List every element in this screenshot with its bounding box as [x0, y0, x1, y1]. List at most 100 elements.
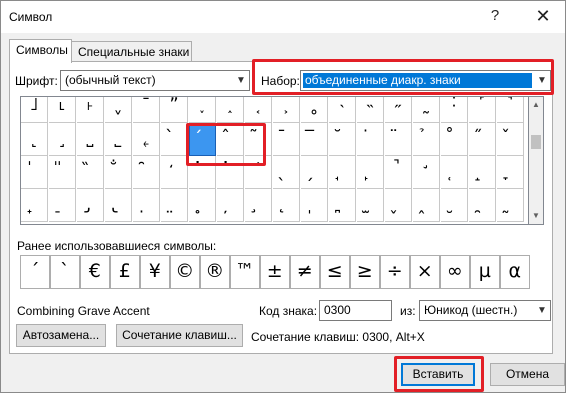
symbol-cell[interactable]: ˬ [105, 97, 132, 123]
symbol-cell[interactable]: ̪ [329, 189, 356, 222]
recent-symbol[interactable]: © [170, 255, 200, 289]
recent-symbol[interactable]: ≠ [290, 255, 320, 289]
symbol-cell[interactable]: ˴ [329, 97, 356, 123]
symbol-cell[interactable]: ̑ [133, 156, 160, 189]
recent-symbol[interactable]: ± [260, 255, 290, 289]
symbol-cell[interactable]: ̚ [385, 156, 412, 189]
scroll-thumb[interactable] [531, 135, 541, 149]
symbol-cell[interactable]: ˾ [105, 123, 132, 156]
symbol-cell[interactable]: ̤ [161, 189, 188, 222]
symbol-cell[interactable]: ̓ [189, 156, 216, 189]
symbol-cell[interactable]: ̜ [441, 156, 468, 189]
symbol-cell[interactable]: ̭ [413, 189, 440, 222]
recent-symbol[interactable]: α [500, 255, 530, 289]
recent-symbol[interactable]: ≥ [350, 255, 380, 289]
symbol-cell[interactable]: ˵ [357, 97, 384, 123]
symbol-cell[interactable]: ˼ [49, 123, 76, 156]
from-select[interactable]: Юникод (шестн.) ▼ [419, 300, 551, 321]
symbol-cell[interactable]: ˮ [161, 97, 188, 123]
symbol-cell[interactable]: ̉ [413, 123, 440, 156]
recent-symbol[interactable]: € [80, 255, 110, 289]
symbol-cell[interactable]: ̛ [413, 156, 440, 189]
symbol-cell[interactable]: ̯ [469, 189, 496, 222]
recent-symbol[interactable]: ` [50, 255, 80, 289]
symbol-cell[interactable]: ̍ [21, 156, 48, 189]
symbol-cell[interactable]: ̰ [497, 189, 524, 222]
symbol-grid-scrollbar[interactable]: ▲ ▼ [529, 96, 544, 225]
symbol-cell[interactable]: ̦ [217, 189, 244, 222]
recent-symbol[interactable]: µ [470, 255, 500, 289]
symbol-cell[interactable]: ˯ [189, 97, 216, 123]
symbol-cell[interactable]: ̊ [441, 123, 468, 156]
symbol-cell[interactable]: ˶ [385, 97, 412, 123]
symbol-cell[interactable]: ̢ [105, 189, 132, 222]
tab-symbols[interactable]: Символы [9, 39, 72, 63]
scroll-up-icon[interactable]: ▲ [529, 97, 543, 113]
symbol-cell[interactable]: ˩ [21, 97, 48, 123]
recent-symbol[interactable]: × [410, 255, 440, 289]
symbol-cell[interactable]: ̬ [385, 189, 412, 222]
symbol-cell[interactable]: ̙ [357, 156, 384, 189]
symbol-cell[interactable]: ˽ [77, 123, 104, 156]
symbol-cell[interactable]: ̅ [301, 123, 328, 156]
recent-symbol[interactable]: ¥ [140, 255, 170, 289]
symbol-cell[interactable]: ̄ [273, 123, 300, 156]
symbol-cell[interactable]: ̞ [497, 156, 524, 189]
symbol-cell[interactable]: ̟ [21, 189, 48, 222]
subset-select[interactable]: объединенные диакр. знаки ▼ [300, 70, 551, 91]
recent-symbol[interactable]: ∞ [440, 255, 470, 289]
symbol-cell[interactable]: ˸ [441, 97, 468, 123]
symbol-cell[interactable]: ̏ [77, 156, 104, 189]
symbol-cell[interactable]: ˲ [273, 97, 300, 123]
symbol-grid[interactable]: ˩˪˫ˬ˭ˮ˯˰˱˲˳˴˵˶˷˸˹˺ ˻˼˽˾˿̀́̂̃̄̅̆̇̈̉̊̋̌̍̎̏̐… [20, 96, 529, 225]
symbol-cell[interactable]: ̖ [273, 156, 300, 189]
recent-symbol[interactable]: ´ [20, 255, 50, 289]
symbol-cell[interactable]: ̘ [329, 156, 356, 189]
symbol-cell[interactable]: ̐ [105, 156, 132, 189]
symbol-cell[interactable]: ̫ [357, 189, 384, 222]
insert-button[interactable]: Вставить [401, 363, 475, 386]
symbol-cell[interactable]: ˿ [133, 123, 160, 156]
symbol-cell[interactable]: ̌ [497, 123, 524, 156]
symbol-cell[interactable]: ̥ [189, 189, 216, 222]
symbol-cell[interactable]: ̋ [469, 123, 496, 156]
symbol-cell[interactable]: ˫ [77, 97, 104, 123]
symbol-cell[interactable]: ˳ [301, 97, 328, 123]
font-select[interactable]: (обычный текст) ▼ [60, 70, 250, 91]
recent-symbol[interactable]: £ [110, 255, 140, 289]
symbol-cell[interactable]: ̝ [469, 156, 496, 189]
symbol-cell[interactable]: ˻ [21, 123, 48, 156]
symbol-cell[interactable]: ̧ [245, 189, 272, 222]
shortcut-key-button[interactable]: Сочетание клавиш... [116, 324, 243, 347]
symbol-cell[interactable]: ˹ [469, 97, 496, 123]
symbol-cell[interactable]: ̨ [273, 189, 300, 222]
symbol-cell[interactable]: ̗ [301, 156, 328, 189]
recent-symbol[interactable]: ≤ [320, 255, 350, 289]
chevron-down-icon[interactable]: ▼ [534, 301, 550, 320]
symbol-cell[interactable]: ̠ [49, 189, 76, 222]
symbol-cell[interactable]: ˷ [413, 97, 440, 123]
recent-symbol[interactable]: ÷ [380, 255, 410, 289]
symbol-cell[interactable]: ́ [189, 123, 216, 156]
symbol-cell[interactable]: ˱ [245, 97, 272, 123]
symbol-cell[interactable]: ˺ [497, 97, 524, 123]
symbol-cell[interactable]: ˰ [217, 97, 244, 123]
symbol-cell[interactable]: ̮ [441, 189, 468, 222]
symbol-cell[interactable]: ̩ [301, 189, 328, 222]
symbol-cell[interactable]: ˪ [49, 97, 76, 123]
char-code-input[interactable]: 0300 [319, 300, 392, 321]
symbol-cell[interactable]: ̆ [329, 123, 356, 156]
symbol-cell[interactable]: ̕ [245, 156, 272, 189]
symbol-cell[interactable]: ̣ [133, 189, 160, 222]
help-icon[interactable]: ? [483, 4, 507, 28]
cancel-button[interactable]: Отмена [490, 363, 565, 386]
scroll-down-icon[interactable]: ▼ [529, 208, 543, 224]
symbol-cell[interactable]: ̇ [357, 123, 384, 156]
symbol-cell[interactable]: ̒ [161, 156, 188, 189]
symbol-cell[interactable]: ˭ [133, 97, 160, 123]
symbol-cell[interactable]: ̂ [217, 123, 244, 156]
symbol-cell[interactable]: ̈ [385, 123, 412, 156]
autocorrect-button[interactable]: Автозамена... [16, 324, 106, 347]
symbol-cell[interactable]: ̔ [217, 156, 244, 189]
tab-special-characters[interactable]: Специальные знаки [71, 41, 192, 63]
